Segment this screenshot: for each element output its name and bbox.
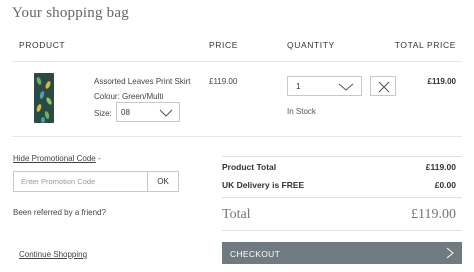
column-header-total-price: TOTAL PRICE — [394, 40, 456, 50]
divider — [222, 156, 462, 157]
chevron-down-icon — [159, 109, 173, 117]
unit-price: £119.00 — [209, 77, 238, 86]
promo-code-input[interactable] — [14, 172, 148, 191]
column-header-quantity: QUANTITY — [287, 40, 335, 50]
continue-shopping-link[interactable]: Continue Shopping — [19, 250, 87, 259]
checkout-label: CHECKOUT — [230, 249, 281, 259]
product-total-label: Product Total — [222, 162, 277, 172]
divider — [12, 61, 462, 62]
line-total-price: £119.00 — [427, 77, 456, 86]
checkout-button[interactable]: CHECKOUT — [222, 242, 462, 264]
order-total-value: £119.00 — [411, 207, 456, 222]
product-total-value: £119.00 — [425, 162, 456, 172]
chevron-down-icon — [338, 83, 354, 91]
stock-status: In Stock — [287, 107, 316, 116]
delivery-label: UK Delivery is FREE — [222, 180, 305, 190]
divider — [222, 197, 462, 198]
order-total-label: Total — [222, 207, 251, 222]
page-title: Your shopping bag — [12, 5, 129, 21]
product-image[interactable] — [34, 73, 54, 123]
hide-promo-code-link[interactable]: Hide Promotional Code — [13, 154, 96, 163]
size-label: Size: — [94, 109, 112, 118]
remove-item-button[interactable] — [370, 76, 396, 96]
promo-toggle: Hide Promotional Code - — [13, 154, 101, 163]
promo-toggle-suffix: - — [95, 154, 101, 163]
column-header-product: PRODUCT — [19, 40, 66, 50]
promo-form: OK — [13, 171, 179, 192]
referral-link[interactable]: Been referred by a friend? — [13, 208, 106, 217]
promo-ok-button[interactable]: OK — [148, 172, 178, 191]
size-select[interactable]: 08 — [116, 102, 180, 122]
delivery-value: £0.00 — [434, 180, 456, 190]
quantity-select[interactable]: 1 — [287, 76, 362, 96]
close-icon — [378, 81, 390, 93]
product-colour: Colour: Green/Multi — [94, 92, 164, 101]
chevron-right-icon — [446, 247, 454, 259]
size-value: 08 — [121, 108, 130, 117]
product-name[interactable]: Assorted Leaves Print Skirt — [94, 77, 190, 86]
column-header-price: PRICE — [209, 40, 238, 50]
divider — [222, 230, 462, 231]
quantity-value: 1 — [296, 82, 301, 91]
divider — [12, 136, 462, 137]
